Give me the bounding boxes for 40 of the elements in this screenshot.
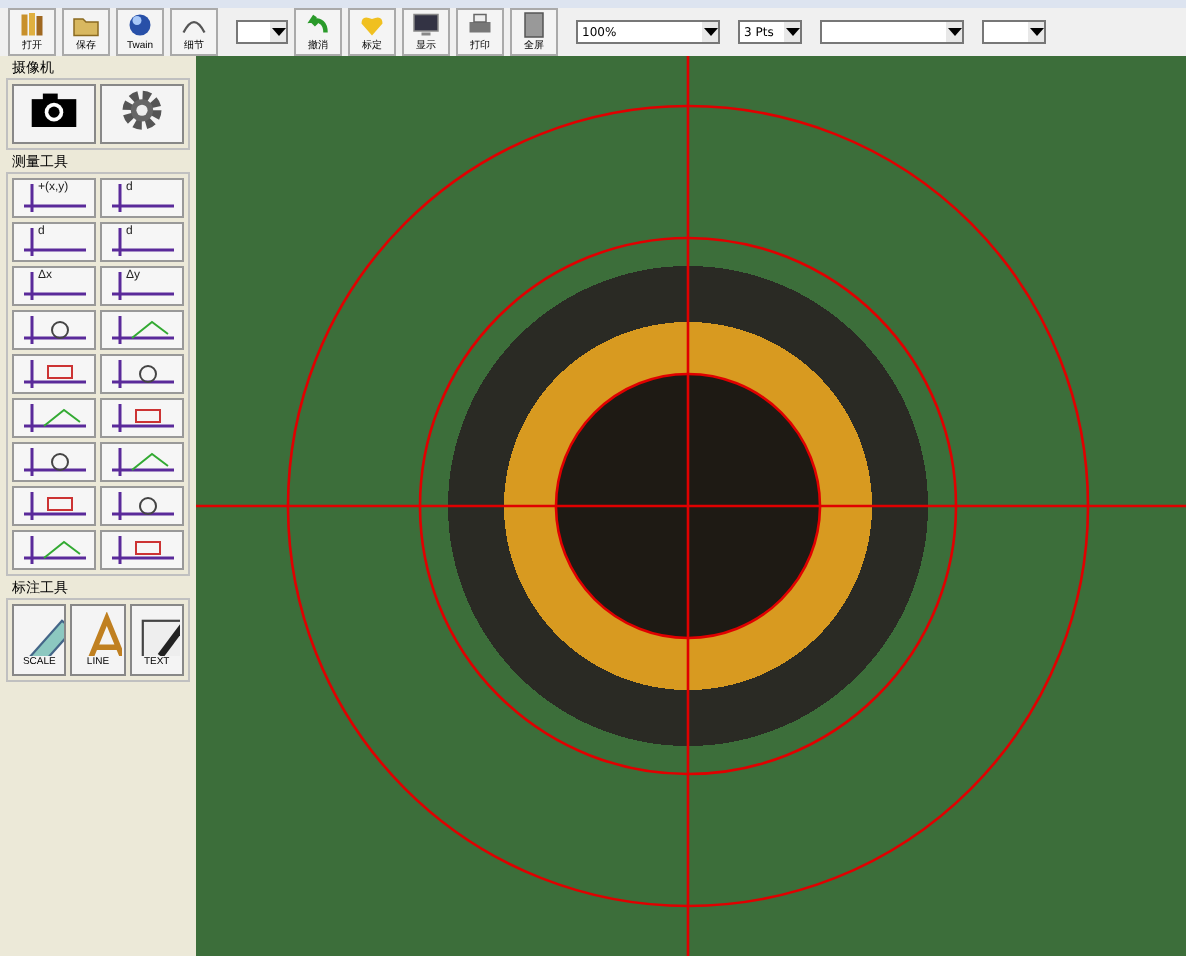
axes-icon	[108, 490, 176, 522]
caret-icon	[947, 28, 961, 36]
axes-icon	[108, 226, 176, 258]
measure-tool-button[interactable]	[100, 442, 184, 482]
dropdown[interactable]	[236, 20, 288, 44]
axes-icon	[20, 446, 88, 478]
measure-tool-button[interactable]	[100, 486, 184, 526]
axes-icon	[20, 402, 88, 434]
axes-icon	[108, 358, 176, 390]
measure-tool-button[interactable]	[12, 310, 96, 350]
measure-tool-button[interactable]	[100, 530, 184, 570]
monitor-icon	[408, 10, 444, 40]
measure-tool-button[interactable]	[12, 530, 96, 570]
axes-icon	[108, 314, 176, 346]
measure-tool-button[interactable]	[12, 354, 96, 394]
axes-icon	[20, 534, 88, 566]
axes-icon	[108, 534, 176, 566]
axes-icon	[20, 182, 88, 214]
axes-icon	[20, 314, 88, 346]
measure-tool-button[interactable]	[100, 398, 184, 438]
measure-tool-button[interactable]	[100, 354, 184, 394]
axes-icon	[108, 270, 176, 302]
axes-icon	[20, 270, 88, 302]
axes-icon	[108, 446, 176, 478]
dropdown[interactable]	[982, 20, 1046, 44]
measure-tool-button[interactable]	[100, 310, 184, 350]
caret-icon	[271, 28, 285, 36]
axes-icon	[20, 226, 88, 258]
axes-icon	[20, 490, 88, 522]
caret-icon	[703, 28, 717, 36]
camera-tool-button[interactable]	[12, 84, 96, 144]
caret-icon	[785, 28, 799, 36]
camera-tool-button[interactable]	[100, 84, 184, 144]
measure-tool-button[interactable]	[12, 442, 96, 482]
axes-icon	[108, 182, 176, 214]
caret-icon	[1029, 28, 1043, 36]
measure-tool-button[interactable]	[12, 486, 96, 526]
axes-icon	[108, 402, 176, 434]
axes-icon	[20, 358, 88, 390]
measure-tool-button[interactable]	[12, 398, 96, 438]
